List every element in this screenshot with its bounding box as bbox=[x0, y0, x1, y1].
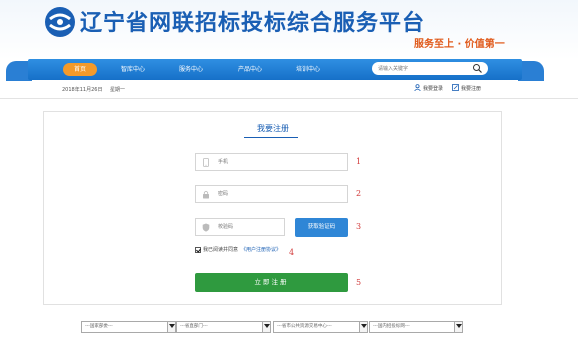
phone-input[interactable] bbox=[218, 157, 328, 167]
phone-field bbox=[195, 153, 348, 171]
agreement-link[interactable]: 《用户注册协议》 bbox=[241, 246, 281, 253]
shield-icon bbox=[202, 223, 210, 232]
step-marker-5: 5 bbox=[356, 278, 362, 287]
select-bidding-sites-value: ---国内招投标网--- bbox=[373, 324, 410, 329]
step-marker-3: 3 bbox=[356, 222, 362, 231]
current-weekday: 星期一 bbox=[110, 87, 126, 93]
select-ministries-value: ---国家部委--- bbox=[85, 324, 113, 329]
step-marker-4: 4 bbox=[289, 248, 295, 257]
title-underline bbox=[244, 137, 298, 138]
step-marker-1: 1 bbox=[356, 157, 362, 166]
agree-text: 我已阅读并同意 bbox=[203, 247, 239, 253]
nav-item-home[interactable]: 首页 bbox=[63, 63, 97, 76]
get-code-button[interactable]: 获取验证码 bbox=[295, 218, 348, 237]
site-slogan: 服务至上 · 价值第一 bbox=[414, 39, 505, 50]
agree-checkbox[interactable] bbox=[195, 247, 201, 253]
select-trading-centers[interactable]: ---省市公共资源交易中心--- bbox=[273, 321, 368, 333]
search-input[interactable] bbox=[378, 63, 468, 74]
liaoning-logo-icon bbox=[45, 7, 75, 37]
register-title: 我要注册 bbox=[257, 124, 289, 133]
phone-icon bbox=[203, 158, 209, 167]
chevron-down-icon bbox=[262, 322, 270, 332]
code-field bbox=[195, 218, 328, 236]
lock-icon bbox=[203, 190, 209, 199]
nav-item-training[interactable]: 培训中心 bbox=[288, 63, 328, 76]
step-marker-2: 2 bbox=[356, 189, 362, 198]
current-date: 2018年11月26日 bbox=[62, 87, 103, 93]
nav-item-products[interactable]: 产品中心 bbox=[230, 63, 270, 76]
register-label: 我要注册 bbox=[461, 86, 482, 92]
site-title: 辽宁省网联招标投标综合服务平台 bbox=[80, 11, 426, 36]
select-provincial-depts[interactable]: ---省直部门--- bbox=[176, 321, 271, 333]
user-icon bbox=[414, 84, 421, 91]
nav-search-box bbox=[372, 62, 488, 75]
select-trading-centers-value: ---省市公共资源交易中心--- bbox=[277, 324, 332, 329]
nav-item-service[interactable]: 服务中心 bbox=[171, 63, 211, 76]
nav-item-think-tank[interactable]: 智库中心 bbox=[113, 63, 153, 76]
chevron-down-icon bbox=[454, 322, 462, 332]
search-icon[interactable] bbox=[472, 63, 483, 74]
chevron-down-icon bbox=[359, 322, 367, 332]
password-field bbox=[195, 185, 348, 203]
select-ministries[interactable]: ---国家部委--- bbox=[81, 321, 176, 333]
edit-icon bbox=[452, 84, 459, 91]
site-header: 辽宁省网联招标投标综合服务平台 服务至上 · 价值第一 bbox=[0, 0, 578, 60]
register-link[interactable]: 我要注册 bbox=[452, 84, 482, 92]
password-input[interactable] bbox=[218, 189, 328, 199]
select-provincial-depts-value: ---省直部门--- bbox=[180, 324, 208, 329]
login-label: 我要登录 bbox=[423, 86, 444, 92]
chevron-down-icon bbox=[167, 322, 175, 332]
register-submit-button[interactable]: 立即注册 bbox=[195, 273, 348, 292]
login-link[interactable]: 我要登录 bbox=[414, 84, 444, 92]
select-bidding-sites[interactable]: ---国内招投标网--- bbox=[369, 321, 463, 333]
